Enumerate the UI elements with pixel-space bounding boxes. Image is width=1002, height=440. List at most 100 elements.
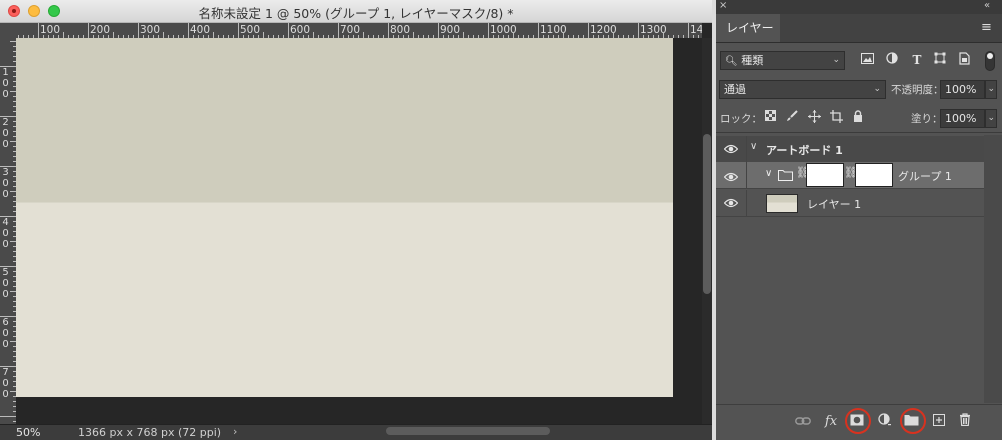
canvas-area[interactable]: [16, 38, 702, 424]
fill-dropdown[interactable]: ⌄: [985, 109, 997, 128]
link-layers-icon[interactable]: [794, 413, 812, 431]
opacity-dropdown[interactable]: ⌄: [985, 80, 997, 99]
opacity-input[interactable]: 100%: [940, 80, 985, 99]
zoom-level-field[interactable]: 50%: [16, 426, 40, 439]
vertical-ruler[interactable]: 100 200 300 400 500 600 700: [0, 38, 16, 424]
panel-collapse-icon[interactable]: «: [984, 0, 990, 11]
lock-artboard-icon[interactable]: [829, 110, 843, 124]
layer-name: アートボード 1: [766, 144, 843, 157]
fill-label: 塗り：: [911, 113, 943, 125]
panel-tab-row: レイヤー ≡: [716, 14, 1002, 43]
ruler-tick: [488, 23, 489, 38]
type-filter-icon[interactable]: T: [909, 52, 925, 68]
ruler-tick: [588, 23, 589, 38]
ruler-tick: [38, 23, 39, 38]
status-menu-arrow[interactable]: ›: [233, 425, 237, 438]
artboard-header-band: [16, 38, 673, 202]
chevron-down-icon[interactable]: ∨: [765, 168, 772, 179]
title-bar[interactable]: 名称未設定 1 @ 50% (グループ 1, レイヤーマスク/8) *: [0, 0, 712, 23]
lock-label: ロック：: [720, 113, 762, 125]
ruler-label: 200: [2, 117, 9, 150]
ruler-tick: [388, 23, 389, 38]
lock-transparent-pixels-icon[interactable]: [763, 110, 777, 124]
adjustment-icon[interactable]: [876, 413, 894, 431]
blend-mode-select[interactable]: 通過 ⌄: [719, 80, 886, 99]
layer-row-artboard[interactable]: ∨ アートボード 1: [716, 136, 984, 163]
add-mask-highlight: [845, 408, 871, 434]
blend-mode-value: 通過: [724, 83, 746, 96]
layer-row-group[interactable]: ∨ ⛓︎ ⛓︎ グループ 1: [716, 162, 984, 189]
window-title: 名称未設定 1 @ 50% (グループ 1, レイヤーマスク/8) *: [198, 6, 514, 21]
visibility-eye-icon[interactable]: [724, 144, 738, 154]
lock-all-icon[interactable]: [851, 110, 865, 124]
search-icon: 🔍︎: [725, 56, 738, 67]
layer-name: グループ 1: [898, 170, 952, 183]
pixel-filter-icon[interactable]: [859, 52, 875, 68]
ruler-tick: [188, 23, 189, 38]
panel-divider: [716, 132, 1002, 133]
new-layer-icon[interactable]: [930, 413, 948, 431]
layer-thumbnail[interactable]: [766, 194, 798, 213]
ruler-tick: [288, 23, 289, 38]
chevron-down-icon: ⌄: [987, 113, 995, 123]
visibility-eye-icon[interactable]: [724, 198, 738, 208]
filter-kind-label: 種類: [741, 54, 764, 67]
ruler-label: 700: [2, 367, 9, 400]
trash-icon[interactable]: [956, 413, 974, 431]
fx-icon[interactable]: fx: [822, 413, 840, 431]
layer-row-layer1[interactable]: レイヤー 1: [716, 190, 984, 217]
visibility-eye-icon[interactable]: [724, 172, 738, 182]
ruler-tick: [688, 23, 689, 38]
panel-menu-icon[interactable]: ≡: [981, 20, 992, 35]
ruler-tick: [0, 416, 16, 417]
chevron-down-icon: ⌄: [987, 84, 995, 94]
layer-filter-select[interactable]: 🔍︎ 種類 ⌄: [720, 51, 845, 70]
smart-object-filter-icon[interactable]: [956, 52, 972, 68]
ruler-tick: [0, 366, 16, 367]
panel-header: × «: [716, 0, 1002, 14]
visibility-column-divider: [746, 190, 747, 217]
lock-image-pixels-icon[interactable]: [785, 110, 799, 124]
ruler-tick: [0, 316, 16, 317]
visibility-column-divider: [746, 136, 747, 163]
chevron-down-icon: ⌄: [873, 84, 881, 94]
fill-input[interactable]: 100%: [940, 109, 985, 128]
vertical-scroll-thumb[interactable]: [703, 134, 711, 294]
layer-list: ∨ アートボード 1 ∨ ⛓︎ ⛓︎ グループ 1 レイヤー 1: [716, 135, 1002, 403]
tab-layers[interactable]: レイヤー: [716, 14, 780, 42]
layer-name: レイヤー 1: [807, 198, 862, 211]
ruler-tick: [538, 23, 539, 38]
document-info: 1366 px x 768 px (72 ppi): [78, 426, 222, 439]
lock-position-icon[interactable]: [807, 110, 821, 124]
ruler-tick: [0, 66, 16, 67]
ruler-label: 14: [690, 24, 702, 36]
ruler-label: 400: [2, 217, 9, 250]
ruler-tick: [638, 23, 639, 38]
filter-toggle-switch[interactable]: [985, 51, 995, 71]
ruler-label: 600: [2, 317, 9, 350]
folder-icon: [778, 170, 793, 181]
layer-mask-thumbnail[interactable]: [855, 163, 893, 187]
ruler-tick: [338, 23, 339, 38]
chevron-down-icon: ⌄: [832, 55, 840, 65]
panel-close-icon[interactable]: ×: [719, 0, 727, 11]
chevron-down-icon[interactable]: ∨: [750, 141, 757, 152]
vector-mask-thumbnail[interactable]: [806, 163, 844, 187]
ruler-tick: [0, 216, 16, 217]
ruler-label: 500: [2, 267, 9, 300]
horizontal-scroll-thumb[interactable]: [386, 427, 550, 435]
ruler-origin[interactable]: [0, 23, 16, 38]
shape-filter-icon[interactable]: [932, 52, 948, 68]
ruler-label: 100: [2, 67, 9, 100]
ruler-tick: [0, 266, 16, 267]
document-window: 名称未設定 1 @ 50% (グループ 1, レイヤーマスク/8) * 100 2…: [0, 0, 712, 440]
ruler-tick: [438, 23, 439, 38]
opacity-label: 不透明度：: [891, 84, 944, 96]
ruler-tick: [88, 23, 89, 38]
horizontal-ruler[interactable]: 100 200 300 400 500 600 700 800 900 1000 1100 1200 1…: [16, 23, 702, 38]
ruler-label: 300: [2, 167, 9, 200]
adjustment-filter-icon[interactable]: [884, 52, 900, 68]
layer-list-scrollbar[interactable]: [984, 135, 1002, 403]
artboard[interactable]: [16, 38, 673, 397]
ruler-tick: [138, 23, 139, 38]
